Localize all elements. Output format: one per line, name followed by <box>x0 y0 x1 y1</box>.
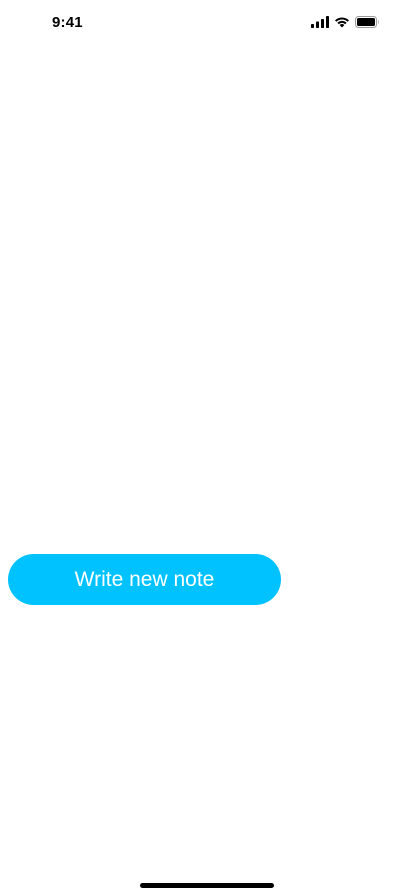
cellular-signal-icon <box>311 16 329 28</box>
status-time: 9:41 <box>52 14 83 31</box>
home-indicator <box>140 883 274 888</box>
battery-icon <box>355 16 380 28</box>
status-bar: 9:41 <box>0 0 414 44</box>
write-new-note-label: Write new note <box>74 567 215 591</box>
write-new-note-button[interactable]: Write new note <box>8 554 281 605</box>
wifi-icon <box>334 16 350 28</box>
status-icons <box>311 15 380 29</box>
